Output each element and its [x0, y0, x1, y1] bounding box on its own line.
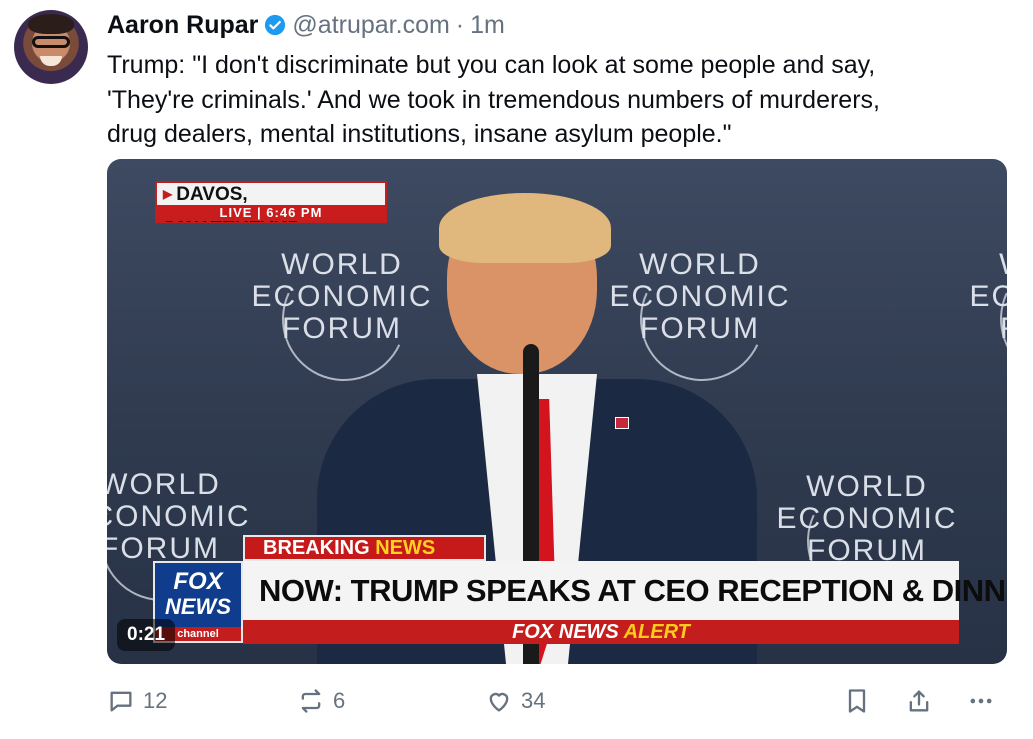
share-icon — [909, 690, 929, 712]
news-headline: NOW: TRUMP SPEAKS AT CEO RECEPTION & DIN… — [243, 561, 1007, 620]
bookmark-icon — [848, 689, 866, 713]
breaking-label-part2: NEWS — [375, 537, 436, 559]
fox-logo-line2: NEWS — [165, 594, 231, 619]
author-name[interactable]: Aaron Rupar — [107, 11, 258, 40]
like-button[interactable]: 34 — [485, 682, 545, 720]
wef-line2: ECONOMIC — [969, 280, 1008, 313]
wef-backdrop-logo: WORLD ECONOMIC FORUM — [945, 239, 1008, 399]
like-count: 34 — [521, 688, 546, 713]
video-duration: 0:21 — [117, 619, 176, 651]
avatar-glasses — [32, 36, 70, 48]
reply-button[interactable]: 12 — [107, 682, 167, 720]
repost-icon — [301, 689, 321, 713]
fox-news-alert-bar: FOX NEWS ALERT — [243, 620, 959, 644]
flag-pin-icon — [615, 417, 629, 429]
like-icon — [489, 692, 509, 712]
wef-line1: WORLD — [945, 249, 1007, 281]
wef-backdrop-logo: WORLD ECONOMIC FORUM — [752, 461, 982, 621]
post-time[interactable]: 1m — [470, 11, 505, 40]
avatar-smile — [40, 56, 62, 66]
repost-count: 6 — [333, 688, 346, 713]
alert-label-part2: ALERT — [623, 621, 690, 643]
wef-line3: FORUM — [945, 313, 1007, 345]
breaking-label-part1: BREAKING — [263, 537, 376, 559]
post-header: Aaron Rupar @atrupar.com · 1m — [107, 9, 505, 41]
verified-icon — [265, 14, 286, 36]
share-button[interactable] — [905, 682, 933, 720]
dateline-status: LIVE | 6:46 PM — [157, 205, 385, 221]
reply-icon — [110, 691, 132, 712]
post-text: Trump: "I don't discriminate but you can… — [107, 51, 880, 148]
repost-button[interactable]: 6 — [297, 682, 345, 720]
more-icon — [970, 698, 992, 704]
author-handle[interactable]: @atrupar.com — [292, 11, 449, 40]
dateline-box: DAVOS, SWITZERLAND LIVE | 6:46 PM — [155, 181, 387, 227]
alert-label-part1: FOX NEWS — [512, 621, 624, 643]
more-button[interactable] — [967, 682, 995, 720]
post-actions: 12 6 34 — [107, 682, 1007, 720]
video-player[interactable]: WORLD ECONOMIC FORUM WORLD ECONOMIC FORU… — [107, 159, 1007, 664]
avatar[interactable] — [14, 10, 88, 84]
avatar-hair — [28, 14, 74, 34]
bookmark-button[interactable] — [843, 682, 871, 720]
breaking-news-label: BREAKING NEWS — [243, 535, 486, 561]
header-separator: · — [455, 10, 465, 39]
reply-count: 12 — [143, 688, 168, 713]
fox-logo-line1: FOX — [173, 568, 223, 595]
